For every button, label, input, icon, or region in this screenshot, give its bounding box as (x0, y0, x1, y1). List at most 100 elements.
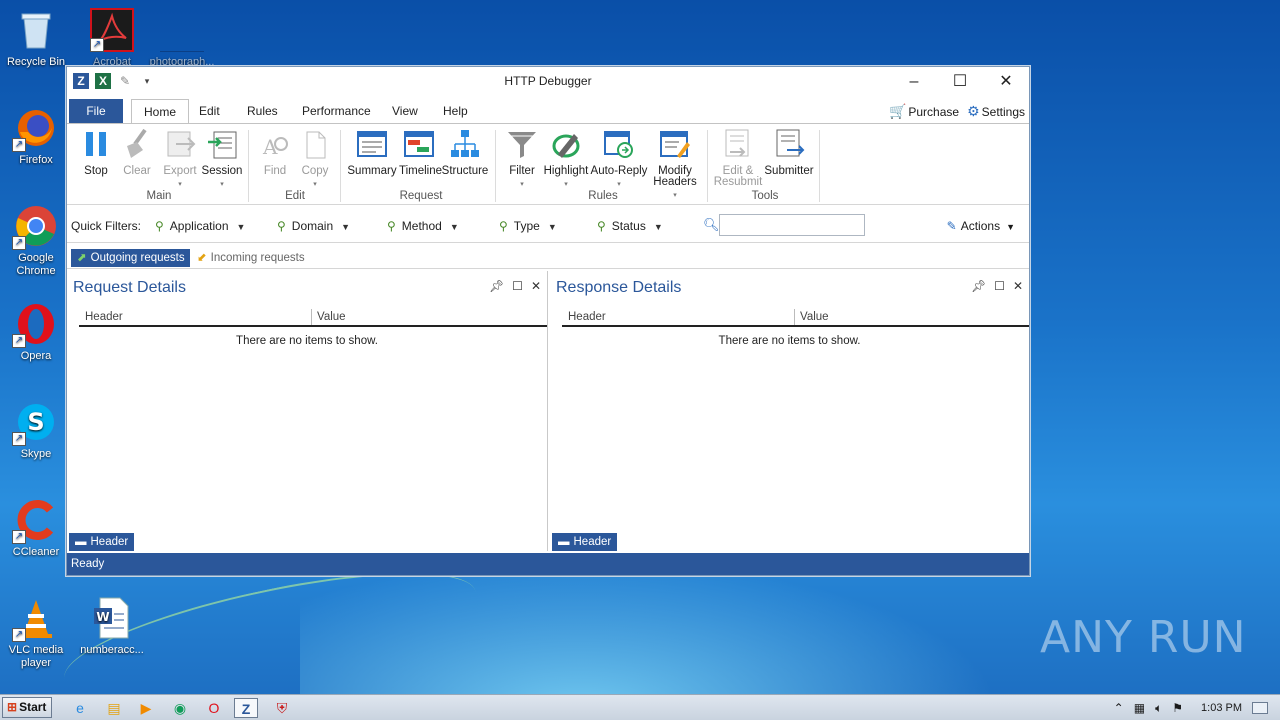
filter-application-dropdown[interactable]: ⚲ Application ▼ (155, 219, 245, 233)
action-center-flag-icon[interactable]: ⚑ (1172, 701, 1183, 715)
chrome-icon[interactable]: ◉ (168, 698, 192, 718)
empty-message: There are no items to show. (236, 335, 378, 347)
pin-icon[interactable]: 📌︎ (489, 279, 504, 293)
ribbon-separator (495, 130, 496, 202)
network-icon[interactable]: ▦ (1134, 701, 1145, 715)
desktop-icon-recycle-bin[interactable]: Recycle Bin (0, 8, 72, 69)
tab-incoming-requests[interactable]: ⬋ Incoming requests (191, 249, 310, 267)
request-header-tab[interactable]: ▬ Header (69, 533, 135, 551)
column-header-header[interactable]: Header (568, 311, 606, 323)
column-header-header[interactable]: Header (85, 311, 123, 323)
tab-edit[interactable]: Edit (187, 99, 232, 123)
request-details-pane: Request Details 📌︎ ☐ ✕ Header Value Ther… (67, 271, 548, 551)
desktop-icon-opera[interactable]: ↗ Opera (0, 302, 72, 363)
filter-type-dropdown[interactable]: ⚲ Type ▼ (499, 219, 557, 233)
filter-status-dropdown[interactable]: ⚲ Status ▼ (597, 219, 663, 233)
media-player-icon[interactable]: ▶ (134, 698, 158, 718)
http-debugger-taskbar-icon[interactable]: Z (234, 698, 258, 718)
copy-button[interactable]: Copy ▾ (297, 128, 333, 190)
summary-button[interactable]: Summary (347, 128, 397, 177)
stop-button[interactable]: Stop (79, 128, 113, 177)
tab-home[interactable]: Home (131, 99, 190, 124)
summary-icon (356, 128, 388, 160)
desktop-icon-label: CCleaner (12, 546, 60, 558)
tab-view[interactable]: View (380, 99, 430, 123)
internet-explorer-icon[interactable]: e (68, 698, 92, 718)
response-header-tab[interactable]: ▬ Header (552, 533, 618, 551)
find-button[interactable]: A Find (257, 128, 293, 177)
filter-method-dropdown[interactable]: ⚲ Method ▼ (387, 219, 459, 233)
column-divider[interactable] (311, 309, 312, 325)
header-tab-label: Header (573, 536, 612, 548)
group-request: Request (399, 190, 443, 202)
highlight-button[interactable]: Highlight ▾ (543, 128, 589, 190)
desktop-icon-firefox[interactable]: ↗ Firefox (0, 106, 72, 167)
purchase-label: Purchase (908, 104, 960, 119)
auto-reply-button[interactable]: Auto-Reply ▾ (589, 128, 649, 190)
ribbon-separator (248, 130, 249, 202)
tab-rules[interactable]: Rules (235, 99, 290, 123)
acrobat-icon: ↗ (90, 8, 134, 52)
desktop-icon-photograph[interactable]: photograph... (146, 8, 218, 69)
svg-text:W: W (96, 610, 109, 624)
submitter-button[interactable]: Submitter (763, 128, 815, 177)
opera-icon[interactable]: O (202, 698, 226, 718)
basket-icon: 🛒 (888, 102, 907, 119)
start-label: Start (19, 700, 47, 714)
edit-resubmit-button[interactable]: Edit & Resubmit (713, 128, 763, 188)
export-button[interactable]: Export ▾ (159, 128, 201, 190)
clear-button[interactable]: Clear (119, 128, 155, 177)
actions-dropdown[interactable]: ✎ Actions ▼ (947, 219, 1015, 233)
desktop-icon-vlc[interactable]: ↗ VLC media player (0, 596, 72, 670)
pin-icon[interactable]: 📌︎ (971, 279, 986, 293)
desktop-icon-skype[interactable]: S ↗ Skype (0, 400, 72, 461)
maximize-pane-icon[interactable]: ☐ (512, 279, 523, 293)
find-label: Find (263, 165, 287, 177)
search-icon: 🔍︎ (703, 217, 720, 232)
gear-icon: ⚙ (967, 102, 980, 119)
ribbon-tabs: File Home Edit Rules Performance View He… (67, 99, 1029, 124)
filter-domain-dropdown[interactable]: ⚲ Domain ▼ (277, 219, 350, 233)
close-pane-icon[interactable]: ✕ (1013, 279, 1023, 293)
auto-reply-label: Auto-Reply (590, 165, 648, 177)
settings-button[interactable]: ⚙ Settings (967, 103, 1025, 120)
timeline-button[interactable]: Timeline (399, 128, 443, 177)
maximize-pane-icon[interactable]: ☐ (994, 279, 1005, 293)
chevron-down-icon: ▼ (547, 222, 557, 232)
structure-button[interactable]: Structure (441, 128, 489, 177)
column-header-value[interactable]: Value (800, 311, 829, 323)
session-button[interactable]: Session ▾ (201, 128, 243, 190)
system-tray: ⌃ ▦ 🔈︎ ⚑ 1:03 PM (1114, 695, 1268, 720)
desktop-icon-chrome[interactable]: ↗ Google Chrome (0, 204, 72, 278)
desktop-icon-acrobat[interactable]: ↗ Acrobat (76, 8, 148, 69)
show-desktop-button[interactable] (1252, 702, 1268, 714)
column-header-value[interactable]: Value (317, 311, 346, 323)
clear-label: Clear (123, 165, 151, 177)
edit-resubmit-icon (722, 128, 754, 160)
close-pane-icon[interactable]: ✕ (531, 279, 541, 293)
maximize-button[interactable]: ☐ (937, 67, 983, 97)
purchase-button[interactable]: 🛒 Purchase (889, 103, 959, 120)
minimize-button[interactable]: – (891, 67, 937, 97)
filter-button[interactable]: Filter ▾ (503, 128, 541, 190)
desktop-icon-label: Opera (20, 350, 52, 362)
start-button[interactable]: ⊞ Start (2, 697, 52, 718)
shield-icon[interactable]: ⛨ (270, 698, 294, 718)
volume-icon[interactable]: 🔈︎ (1155, 701, 1162, 716)
tab-performance[interactable]: Performance (290, 99, 383, 123)
desktop-icon-word-doc[interactable]: W numberacc... (76, 596, 148, 657)
clock[interactable]: 1:03 PM (1201, 702, 1242, 714)
structure-icon (449, 128, 481, 160)
search-input[interactable] (719, 214, 865, 236)
filter-status-label: Status (611, 219, 646, 233)
tab-file[interactable]: File (69, 99, 123, 123)
tab-outgoing-requests[interactable]: ⬈ Outgoing requests (71, 249, 190, 267)
folder-icon[interactable]: ▤ (102, 698, 126, 718)
show-hidden-icons-icon[interactable]: ⌃ (1114, 701, 1124, 715)
desktop-icon-ccleaner[interactable]: ↗ CCleaner (0, 498, 72, 559)
column-divider[interactable] (794, 309, 795, 325)
timeline-label: Timeline (399, 165, 443, 177)
close-button[interactable]: ✕ (983, 67, 1029, 97)
watermark: ANY RUN (1040, 612, 1247, 663)
tab-help[interactable]: Help (431, 99, 480, 123)
